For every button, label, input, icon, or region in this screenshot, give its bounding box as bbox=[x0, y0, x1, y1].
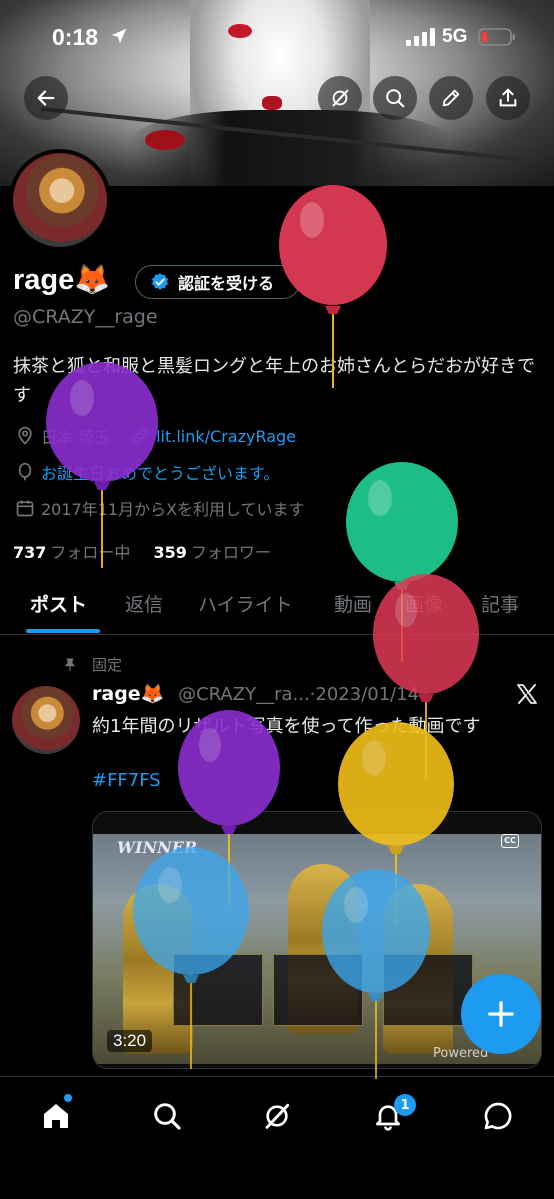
notification-badge: 1 bbox=[394, 1094, 416, 1116]
back-button[interactable] bbox=[24, 76, 68, 120]
meta-row-birthday: お誕生日おめでとうございます。 bbox=[15, 460, 279, 484]
profile-link[interactable]: lit.link/CrazyRage bbox=[156, 427, 296, 446]
location-pin-icon bbox=[18, 426, 32, 445]
followers-link[interactable]: 359 フォロワー bbox=[154, 543, 271, 562]
balloon-green bbox=[346, 462, 458, 662]
thumbnail-stats-panel bbox=[383, 954, 473, 1026]
messages-icon[interactable] bbox=[482, 1100, 514, 1132]
post-header: rage🦊 @CRAZY__ra...·2023/01/14 bbox=[92, 682, 419, 705]
plus-icon bbox=[488, 1001, 514, 1027]
grok-nav-icon[interactable] bbox=[261, 1100, 293, 1132]
banner-ornament bbox=[228, 24, 252, 38]
network-type: 5G bbox=[442, 26, 468, 47]
thumbnail-stats-panel bbox=[173, 954, 263, 1026]
verified-badge-icon bbox=[152, 273, 168, 290]
followers-label: フォロワー bbox=[190, 543, 271, 562]
video-overlay-title: WINNER bbox=[117, 838, 198, 857]
share-icon bbox=[499, 88, 517, 107]
home-icon[interactable] bbox=[40, 1100, 72, 1132]
grok-button[interactable] bbox=[318, 76, 362, 120]
thumbnail-stats-panel bbox=[273, 954, 363, 1026]
link-icon bbox=[132, 428, 148, 444]
tab-highlights[interactable]: ハイライト bbox=[198, 590, 293, 617]
banner-ornament bbox=[145, 130, 185, 150]
profile-avatar[interactable] bbox=[9, 149, 111, 251]
post-text: 約1年間のリザルト写真を使って作った動画です bbox=[92, 716, 481, 737]
pencil-icon bbox=[442, 89, 460, 107]
video-duration: 3:20 bbox=[107, 1030, 153, 1052]
balloon-icon bbox=[18, 462, 32, 481]
get-verified-label: 認証を受ける bbox=[178, 274, 275, 293]
search-icon bbox=[386, 89, 405, 108]
display-name: rage🦊 bbox=[13, 264, 111, 296]
post-author-name[interactable]: rage🦊 bbox=[92, 683, 164, 705]
home-unread-dot bbox=[64, 1094, 72, 1102]
username: @CRAZY__rage bbox=[13, 306, 158, 328]
calendar-icon bbox=[16, 500, 34, 517]
birthday-text[interactable]: お誕生日おめでとうございます。 bbox=[41, 460, 279, 484]
banner-ornament bbox=[262, 96, 282, 110]
pinned-text: 固定 bbox=[92, 656, 123, 674]
post-handle-date: @CRAZY__ra...·2023/01/14 bbox=[178, 684, 420, 705]
search-nav-icon[interactable] bbox=[151, 1100, 183, 1132]
x-logo-icon bbox=[517, 684, 537, 704]
edit-button[interactable] bbox=[429, 76, 473, 120]
pin-icon bbox=[64, 657, 76, 671]
following-link[interactable]: 737 フォロー中 bbox=[13, 543, 130, 562]
joined-text: 2017年11月からXを利用しています bbox=[41, 500, 305, 519]
tab-videos[interactable]: 動画 bbox=[334, 590, 372, 617]
tab-posts[interactable]: ポスト bbox=[30, 590, 87, 617]
tabs-divider bbox=[0, 634, 554, 635]
compose-post-button[interactable] bbox=[461, 974, 541, 1054]
location-text: 日本 埼玉 bbox=[41, 428, 111, 447]
battery-icon bbox=[478, 28, 515, 46]
follow-counts: 737 フォロー中 359 フォロワー bbox=[13, 539, 271, 563]
active-tab-indicator bbox=[26, 629, 100, 633]
following-label: フォロー中 bbox=[50, 543, 131, 562]
bottom-nav bbox=[0, 1076, 554, 1199]
search-button[interactable] bbox=[373, 76, 417, 120]
signal-icon bbox=[406, 28, 435, 46]
post-avatar[interactable] bbox=[12, 686, 80, 754]
tab-replies[interactable]: 返信 bbox=[125, 590, 163, 617]
pinned-label-row: 固定 bbox=[62, 654, 122, 675]
bio: 抹茶と狐と和服と黒髪ロングと年上のお姉さんとらだおが好きです bbox=[13, 356, 535, 406]
post-hashtag[interactable]: #FF7FS bbox=[92, 770, 161, 791]
share-button[interactable] bbox=[486, 76, 530, 120]
status-time: 0:18 bbox=[52, 24, 99, 50]
arrow-left-icon bbox=[37, 90, 55, 106]
meta-row-location: 日本 埼玉 lit.link/CrazyRage bbox=[15, 424, 296, 448]
location-arrow-icon bbox=[111, 28, 127, 44]
grok-icon bbox=[332, 89, 349, 107]
meta-row-joined: 2017年11月からXを利用しています bbox=[15, 496, 305, 520]
tab-photos[interactable]: 画像 bbox=[405, 590, 443, 617]
captions-icon[interactable]: CC bbox=[501, 834, 519, 848]
following-count: 737 bbox=[13, 543, 47, 562]
tab-articles[interactable]: 記事 bbox=[481, 590, 519, 617]
followers-count: 359 bbox=[153, 543, 187, 562]
get-verified-button[interactable]: 認証を受ける bbox=[135, 265, 300, 299]
